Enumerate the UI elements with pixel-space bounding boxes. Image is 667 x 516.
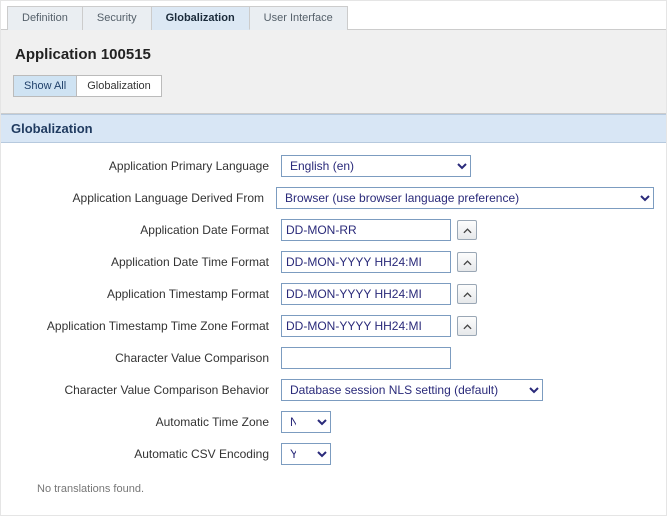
label-primary-language: Application Primary Language: [13, 159, 281, 173]
label-cvc-behavior: Character Value Comparison Behavior: [13, 383, 281, 397]
chevron-up-icon: [463, 287, 472, 301]
tab-user-interface[interactable]: User Interface: [250, 6, 348, 30]
label-char-value-comparison: Character Value Comparison: [13, 351, 281, 365]
picker-datetime-format[interactable]: [457, 252, 477, 272]
chevron-up-icon: [463, 255, 472, 269]
select-primary-language[interactable]: English (en): [281, 155, 471, 177]
region-header: Application 100515 Show All Globalizatio…: [1, 30, 666, 114]
label-timestamp-format: Application Timestamp Format: [13, 287, 281, 301]
no-translations-text: No translations found.: [13, 475, 654, 495]
label-timestamp-tz-format: Application Timestamp Time Zone Format: [13, 319, 281, 333]
picker-date-format[interactable]: [457, 220, 477, 240]
tab-security[interactable]: Security: [83, 6, 152, 30]
picker-timestamp-tz-format[interactable]: [457, 316, 477, 336]
chevron-up-icon: [463, 319, 472, 333]
input-timestamp-tz-format[interactable]: [281, 315, 451, 337]
input-date-format[interactable]: [281, 219, 451, 241]
tab-globalization[interactable]: Globalization: [152, 6, 250, 30]
label-language-derived: Application Language Derived From: [13, 191, 276, 205]
select-language-derived[interactable]: Browser (use browser language preference…: [276, 187, 654, 209]
input-datetime-format[interactable]: [281, 251, 451, 273]
picker-timestamp-format[interactable]: [457, 284, 477, 304]
select-auto-csv[interactable]: Yes: [281, 443, 331, 465]
label-auto-csv: Automatic CSV Encoding: [13, 447, 281, 461]
tab-definition[interactable]: Definition: [7, 6, 83, 30]
select-cvc-behavior[interactable]: Database session NLS setting (default): [281, 379, 543, 401]
input-timestamp-format[interactable]: [281, 283, 451, 305]
select-auto-timezone[interactable]: No: [281, 411, 331, 433]
subtab-row: Show All Globalization: [13, 75, 654, 97]
top-tabs: Definition Security Globalization User I…: [1, 1, 666, 30]
form-area: Application Primary Language English (en…: [1, 143, 666, 495]
label-date-format: Application Date Format: [13, 223, 281, 237]
input-char-value-comparison[interactable]: [281, 347, 451, 369]
chevron-up-icon: [463, 223, 472, 237]
section-title-globalization: Globalization: [1, 114, 666, 143]
page-title: Application 100515: [15, 46, 654, 63]
subtab-show-all[interactable]: Show All: [13, 75, 77, 97]
label-auto-timezone: Automatic Time Zone: [13, 415, 281, 429]
label-datetime-format: Application Date Time Format: [13, 255, 281, 269]
subtab-globalization[interactable]: Globalization: [77, 75, 162, 97]
